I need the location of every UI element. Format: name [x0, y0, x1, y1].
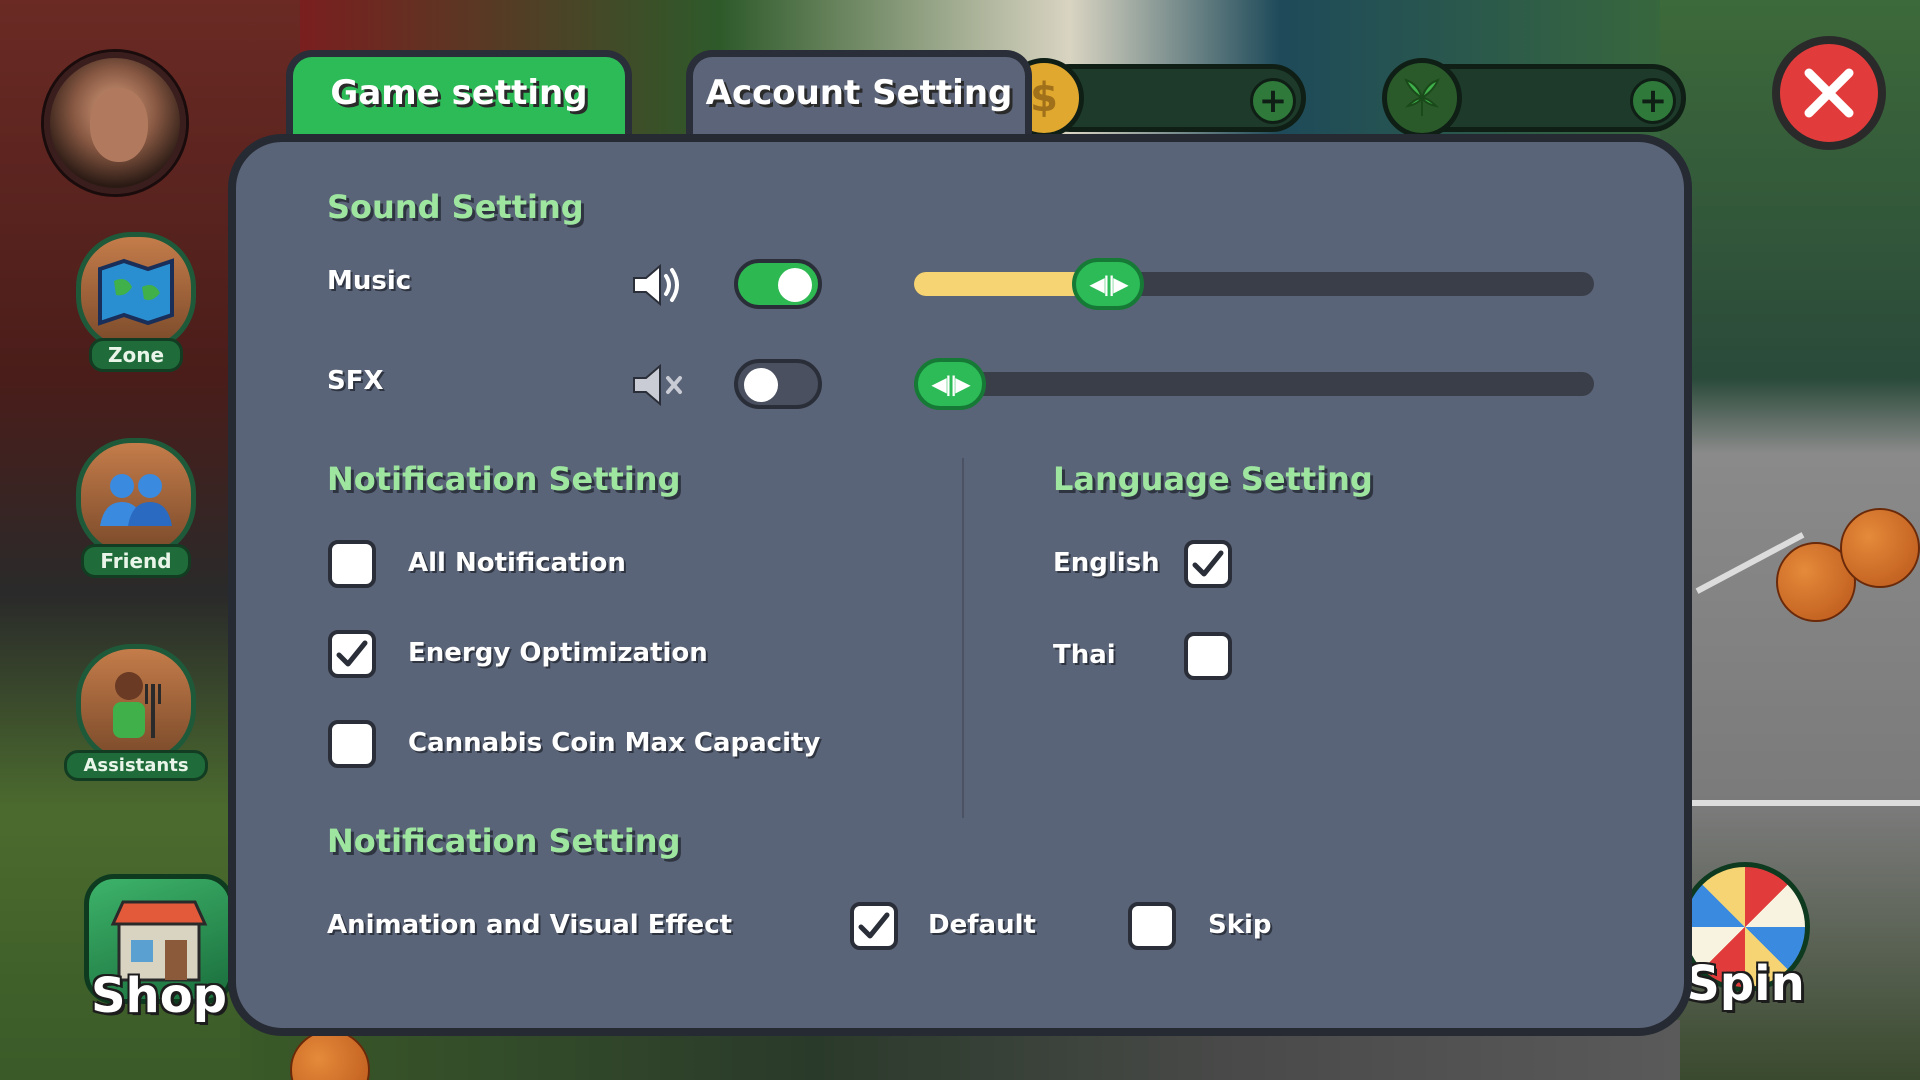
sfx-volume-slider[interactable]: ◀||▶ — [914, 358, 1594, 410]
all-notification-label: All Notification — [408, 548, 626, 578]
music-label: Music — [327, 266, 412, 296]
notification-setting-title: Notification Setting — [327, 460, 681, 498]
sfx-toggle[interactable] — [734, 359, 822, 409]
english-checkbox[interactable] — [1184, 540, 1232, 588]
add-leaf-button[interactable]: + — [1630, 78, 1676, 124]
thai-checkbox[interactable] — [1184, 632, 1232, 680]
friends-icon — [76, 438, 196, 558]
coin-max-capacity-label: Cannabis Coin Max Capacity — [408, 728, 821, 758]
animation-default-label: Default — [928, 910, 1036, 940]
energy-optimization-label: Energy Optimization — [408, 638, 708, 668]
column-divider — [962, 458, 964, 818]
music-volume-slider[interactable]: ◀||▶ — [914, 258, 1594, 310]
energy-optimization-checkbox[interactable] — [328, 630, 376, 678]
friend-button[interactable]: Friend — [72, 438, 200, 578]
zone-button[interactable]: Zone — [72, 232, 200, 372]
zone-label: Zone — [88, 338, 184, 372]
basketball — [1840, 508, 1920, 588]
sfx-volume-handle[interactable]: ◀||▶ — [914, 358, 986, 410]
add-coin-button[interactable]: + — [1250, 78, 1296, 124]
speaker-on-icon — [630, 260, 686, 310]
close-button[interactable] — [1772, 36, 1886, 150]
assistants-label: Assistants — [64, 750, 208, 781]
shop-button[interactable]: Shop — [84, 874, 234, 1024]
spin-button[interactable]: Spin — [1680, 862, 1810, 1012]
map-icon — [76, 232, 196, 352]
animation-default-checkbox[interactable] — [850, 902, 898, 950]
music-toggle-knob — [778, 268, 812, 302]
animation-skip-label: Skip — [1208, 910, 1272, 940]
avatar-face — [90, 88, 148, 162]
thai-label: Thai — [1053, 640, 1116, 670]
spin-label: Spin — [1685, 956, 1805, 1012]
assistants-button[interactable]: Assistants — [64, 644, 208, 781]
coin-max-capacity-checkbox[interactable] — [328, 720, 376, 768]
sound-setting-title: Sound Setting — [327, 188, 584, 226]
close-icon — [1804, 68, 1854, 118]
sfx-label: SFX — [327, 366, 384, 396]
settings-panel — [228, 134, 1692, 1036]
checkmark-icon — [858, 912, 890, 939]
all-notification-checkbox[interactable] — [328, 540, 376, 588]
checkmark-icon — [336, 640, 368, 667]
animation-skip-checkbox[interactable] — [1128, 902, 1176, 950]
animation-setting-title: Notification Setting — [327, 822, 681, 860]
speaker-muted-icon — [630, 360, 686, 410]
assistant-chef-icon — [76, 644, 196, 764]
leaf-icon — [1382, 58, 1462, 138]
shop-label: Shop — [90, 968, 228, 1024]
court-line — [1690, 800, 1920, 806]
checkmark-icon — [1192, 550, 1224, 577]
friend-label: Friend — [81, 544, 191, 578]
player-avatar[interactable] — [44, 52, 186, 194]
english-label: English — [1053, 548, 1160, 578]
music-volume-handle[interactable]: ◀||▶ — [1072, 258, 1144, 310]
music-toggle[interactable] — [734, 259, 822, 309]
sfx-toggle-knob — [744, 368, 778, 402]
animation-visual-effect-label: Animation and Visual Effect — [327, 910, 733, 940]
language-setting-title: Language Setting — [1053, 460, 1373, 498]
